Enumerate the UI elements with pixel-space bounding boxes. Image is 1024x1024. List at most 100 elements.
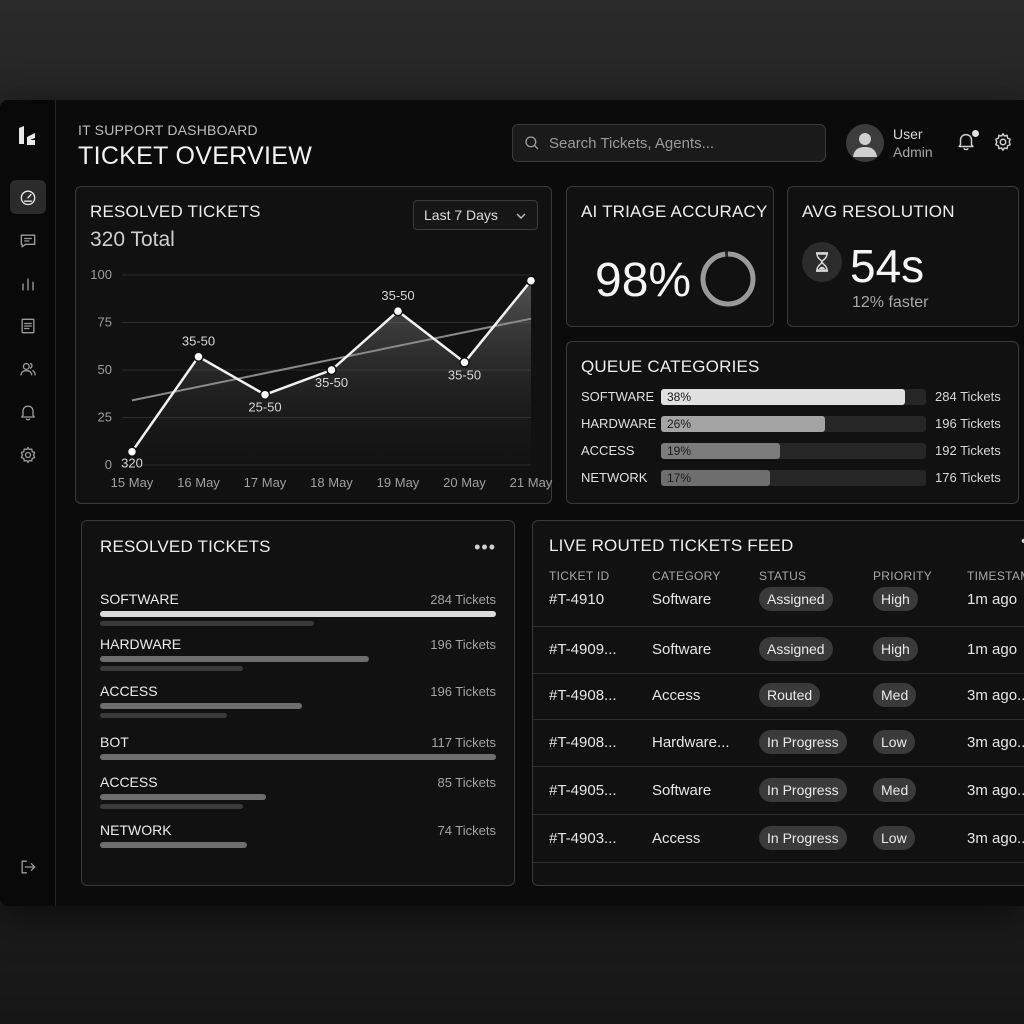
search-input[interactable] <box>549 134 809 152</box>
nav-agents[interactable] <box>10 352 46 386</box>
avatar[interactable] <box>846 124 884 162</box>
search-bar[interactable] <box>512 124 826 162</box>
logout-icon <box>21 860 36 874</box>
resolved-primary-bar <box>100 703 302 709</box>
ticket-id-cell[interactable]: #T-4908... <box>549 734 617 751</box>
category-cell: Access <box>652 687 701 704</box>
category-cell: Access <box>652 830 701 847</box>
resolved-primary-bar <box>100 656 370 662</box>
bar-chart-icon <box>22 278 34 291</box>
x-tick-label: 20 May <box>443 475 486 490</box>
gear-icon <box>20 446 36 464</box>
category-cell: Software <box>652 782 712 799</box>
hourglass-badge <box>802 242 842 282</box>
queue-ticket-count: 192 Tickets <box>935 443 1001 458</box>
x-tick-label: 15 May <box>111 475 154 490</box>
y-tick-label: 25 <box>98 410 112 425</box>
table-row[interactable]: #T-4910 Software Assigned High 1m ago <box>533 583 1024 627</box>
ring-progress <box>700 251 756 307</box>
queue-percent: 26% <box>667 417 692 431</box>
ticket-id-cell[interactable]: #T-4909... <box>549 641 617 658</box>
avg-resolution-value: 54s <box>850 240 925 292</box>
x-tick-label: 21 May <box>510 475 553 490</box>
x-tick-label: 19 May <box>377 475 420 490</box>
notification-dot <box>972 130 979 137</box>
column-header-status[interactable]: STATUS <box>759 569 806 583</box>
card-title: LIVE ROUTED TICKETS FEED <box>549 536 794 555</box>
queue-category-label: NETWORK <box>581 470 648 485</box>
notifications-button[interactable] <box>955 130 979 154</box>
queue-ticket-count: 284 Tickets <box>935 389 1001 404</box>
sidebar <box>0 100 56 906</box>
table-row[interactable]: #T-4909... Software Assigned High 1m ago <box>533 627 1024 674</box>
card-title: AI TRIAGE ACCURACY <box>581 202 768 221</box>
avg-resolution-card: AVG RESOLUTION 54s 12% faster <box>787 186 1019 327</box>
ticket-id-cell[interactable]: #T-4908... <box>549 687 617 704</box>
queue-category-label: SOFTWARE <box>581 389 655 404</box>
ai-triage-card: AI TRIAGE ACCURACY 98% <box>566 186 774 327</box>
resolved-category-label: SOFTWARE <box>100 591 179 607</box>
more-options-icon[interactable]: ••• <box>474 537 496 558</box>
table-row[interactable]: #T-4905... Software In Progress Med 3m a… <box>533 768 1024 815</box>
queue-percent: 17% <box>667 471 692 485</box>
nav-alerts[interactable] <box>10 395 46 429</box>
table-row[interactable]: #T-4903... Access In Progress Low 3m ago… <box>533 816 1024 863</box>
queue-ticket-count: 196 Tickets <box>935 416 1001 431</box>
column-header-timestamp[interactable]: TIMESTAMP <box>967 569 1024 583</box>
priority-badge: Med <box>873 778 917 802</box>
resolved-secondary-bar <box>100 666 243 671</box>
resolved-category-label: BOT <box>100 734 129 750</box>
y-tick-label: 0 <box>105 457 112 472</box>
queue-percent: 19% <box>667 444 692 458</box>
timestamp-cell: 3m ago... <box>967 782 1024 799</box>
dashboard-window: IT SUPPORT DASHBOARD TICKET OVERVIEW Use… <box>0 100 1024 906</box>
priority-badge: High <box>873 587 918 611</box>
x-tick-label: 17 May <box>244 475 287 490</box>
status-badge: In Progress <box>759 826 847 850</box>
accuracy-ring <box>700 251 756 307</box>
priority-badge: Low <box>873 826 915 850</box>
settings-button[interactable] <box>992 131 1016 155</box>
data-point <box>193 351 204 362</box>
logout-button[interactable] <box>10 850 46 884</box>
user-avatar-icon <box>853 133 877 157</box>
live-feed-card: LIVE ROUTED TICKETS FEED • TICKET ID CAT… <box>532 520 1024 886</box>
ai-triage-value: 98% <box>595 254 692 307</box>
column-header-category[interactable]: CATEGORY <box>652 569 721 583</box>
resolved-ticket-count: 74 Tickets <box>437 823 496 838</box>
users-icon <box>20 362 36 376</box>
category-cell: Hardware... <box>652 734 730 751</box>
user-role: Admin <box>893 144 933 160</box>
column-header-priority[interactable]: PRIORITY <box>873 569 932 583</box>
user-name: User <box>893 126 923 142</box>
table-row[interactable]: #T-4908... Hardware... In Progress Low 3… <box>533 720 1024 767</box>
hourglass-icon <box>816 252 828 272</box>
data-point <box>525 275 537 286</box>
app-logo[interactable] <box>16 124 40 148</box>
document-icon <box>21 318 35 334</box>
timestamp-cell: 3m ago... <box>967 687 1024 704</box>
priority-badge: High <box>873 637 918 661</box>
resolved-category-label: ACCESS <box>100 774 158 790</box>
data-point <box>459 357 470 368</box>
data-label: 25-50 <box>248 400 281 415</box>
nav-reports[interactable] <box>10 309 46 343</box>
page-title: TICKET OVERVIEW <box>78 142 313 170</box>
nav-analytics[interactable] <box>10 267 46 301</box>
data-label: 35-50 <box>315 375 348 390</box>
status-badge: In Progress <box>759 778 847 802</box>
resolved-secondary-bar <box>100 621 314 626</box>
ticket-id-cell[interactable]: #T-4903... <box>549 830 617 847</box>
resolved-ticket-count: 196 Tickets <box>430 637 496 652</box>
resolved-primary-bar <box>100 842 247 848</box>
timestamp-cell: 3m ago... <box>967 734 1024 751</box>
nav-dashboard[interactable] <box>10 180 46 214</box>
table-row[interactable]: #T-4908... Access Routed Med 3m ago... <box>533 673 1024 720</box>
category-cell: Software <box>652 641 712 658</box>
column-header-ticket-id[interactable]: TICKET ID <box>549 569 610 583</box>
ticket-id-cell[interactable]: #T-4905... <box>549 782 617 799</box>
ticket-id-cell[interactable]: #T-4910 <box>549 591 604 608</box>
queue-bar-track: 17% <box>661 470 926 486</box>
nav-messages[interactable] <box>10 224 46 258</box>
nav-settings[interactable] <box>10 438 46 472</box>
